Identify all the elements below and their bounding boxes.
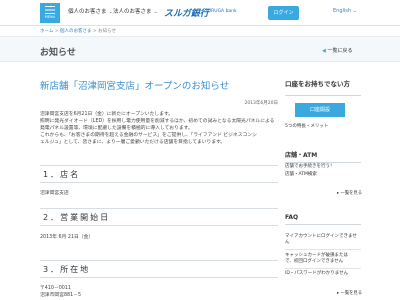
faq-link-login-cont[interactable]: ん	[285, 240, 290, 246]
stores-link-procedure[interactable]: 店舗でお手続きを行う！	[285, 164, 335, 170]
sidebar-stores-title: 店舗・ATM	[285, 150, 361, 163]
divider	[285, 249, 361, 250]
sidebar-account-title: 口座をお持ちでない方	[285, 78, 361, 96]
article-paragraph: 照明に発光ダイオード（LED）を採用し電力使用量を削減するほか、初めての試みとな…	[40, 119, 275, 124]
faq-link-password[interactable]: ID・パスワードがわかりません	[285, 271, 348, 277]
features-label: 5つの特長・メリット	[285, 124, 329, 129]
section-heading-store-name: 1．店名	[40, 165, 278, 183]
nav-personal-label: 個人のお客さま	[68, 9, 107, 15]
article-paragraph: 沼津岡宮支店を6月21日（金）に新たにオープンいたします。	[40, 112, 174, 117]
section-text-open-date: 2013年 6月 21日（金）	[40, 235, 94, 240]
page-title: お知らせ	[40, 48, 76, 58]
sidebar: 口座をお持ちでない方 口座開設 5つの特長・メリット 店舗・ATM 店舗でお手続…	[285, 64, 362, 300]
stores-more-label: 一覧を見る	[340, 191, 363, 196]
faq-link-login[interactable]: マイアカウントにログインできませ	[285, 234, 357, 240]
breadcrumb-personal[interactable]: 個人のお客さま	[60, 29, 92, 34]
circle-arrow-left-icon: ◀	[322, 48, 326, 54]
article-paragraph: ェルジュ」として、皆さまに、より一層ご愛顧いただける店舗を目指してまいります。	[40, 140, 226, 145]
faq-link-label: ん	[285, 240, 290, 245]
section-text-address: 沼津市岡宮881－5	[40, 293, 81, 298]
nav-corporate[interactable]: 法人のお客さま ⌄	[113, 7, 158, 15]
stores-link-label: 店舗・ATM検索	[285, 172, 317, 177]
hamburger-icon	[45, 6, 55, 14]
menu-button[interactable]: MENU	[40, 3, 60, 23]
article-date: 2013年6月20日	[244, 101, 278, 106]
bank-logo[interactable]: スルガ銀行	[164, 6, 209, 19]
faq-more-label: 一覧を見る	[340, 291, 363, 296]
site-header: MENU 個人のお客さま ⌄ 法人のお客さま ⌄ スルガ銀行 SURUGA bank…	[0, 0, 400, 26]
stores-more-link[interactable]: ▸ 一覧を見る	[337, 190, 362, 196]
chevron-down-icon: ⌄	[352, 8, 357, 14]
article-body: 沼津岡宮支店を6月21日（金）に新たにオープンいたします。 照明に発光ダイオード…	[40, 111, 278, 146]
article: 新店舗「沼津岡宮支店」オープンのお知らせ 2013年6月20日 沼津岡宮支店を6…	[40, 64, 280, 300]
nav-personal[interactable]: 個人のお客さま ⌄	[68, 7, 113, 15]
nav-corporate-label: 法人のお客さま	[113, 9, 152, 15]
breadcrumb-home[interactable]: ホーム	[40, 29, 53, 34]
menu-label: MENU	[44, 15, 56, 19]
breadcrumb-current: お知らせ	[98, 29, 117, 34]
stores-link-label: 店舗でお手続きを行う！	[285, 164, 335, 169]
divider	[285, 268, 361, 269]
language-link[interactable]: English ⌄	[333, 8, 357, 14]
login-button[interactable]: ログイン	[268, 6, 299, 20]
faq-more-link[interactable]: ▸ 一覧を見る	[337, 290, 362, 296]
faq-link-label: キャッシュカードが破損または	[285, 253, 348, 258]
article-paragraph: これからも、「お客さまの期待を超える金融のサービス」をご提供し、「ライフアンド …	[40, 133, 257, 138]
features-link[interactable]: 5つの特長・メリット	[285, 124, 328, 130]
faq-link-card-cont[interactable]: で、初回ログインできません	[285, 259, 343, 265]
sidebar-faq-title: FAQ	[285, 214, 361, 225]
open-account-button[interactable]: 口座開設	[295, 103, 345, 117]
stores-link-search[interactable]: 店舗・ATM検索	[285, 172, 317, 178]
chevron-right-icon: ▸	[337, 191, 340, 196]
chevron-down-icon: ⌄	[153, 9, 158, 15]
article-title: 新店舗「沼津岡宮支店」オープンのお知らせ	[40, 81, 230, 92]
article-paragraph: 発電パネル設置等、環境に配慮した設備を積極的に導入しております。	[40, 126, 193, 131]
chevron-right-icon: ▸	[337, 291, 340, 296]
page-title-bar: お知らせ ◀ 一覧に戻る	[0, 36, 400, 62]
section-text-postal-code: 〒410－0011	[40, 286, 71, 291]
back-to-list-label: 一覧に戻る	[327, 48, 353, 54]
language-label: English	[333, 8, 352, 14]
section-heading-address: 3．所在地	[40, 260, 278, 278]
section-text-store-name: 沼津岡宮支店	[40, 191, 69, 196]
faq-link-label: ID・パスワードがわかりません	[285, 271, 349, 276]
section-heading-open-date: 2．営業開始日	[40, 208, 278, 226]
faq-link-label: マイアカウントにログインできませ	[285, 234, 357, 239]
bank-logo-sub: SURUGA bank	[205, 9, 237, 14]
faq-link-label: で、初回ログインできません	[285, 259, 344, 264]
breadcrumb: ホーム > 個人のお客さま > お知らせ	[40, 28, 360, 36]
back-to-list-link[interactable]: ◀ 一覧に戻る	[322, 47, 352, 54]
